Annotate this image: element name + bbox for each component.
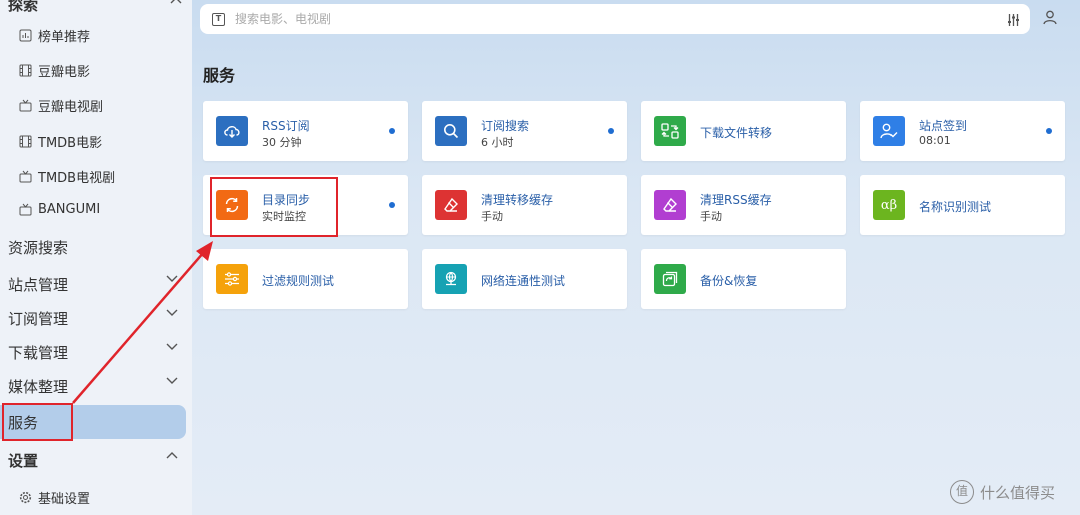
watermark: 值 什么值得买 bbox=[950, 480, 1055, 504]
annotation-arrow bbox=[72, 241, 213, 404]
watermark-text: 什么值得买 bbox=[980, 483, 1056, 502]
watermark-logo-icon: 值 bbox=[950, 480, 974, 504]
